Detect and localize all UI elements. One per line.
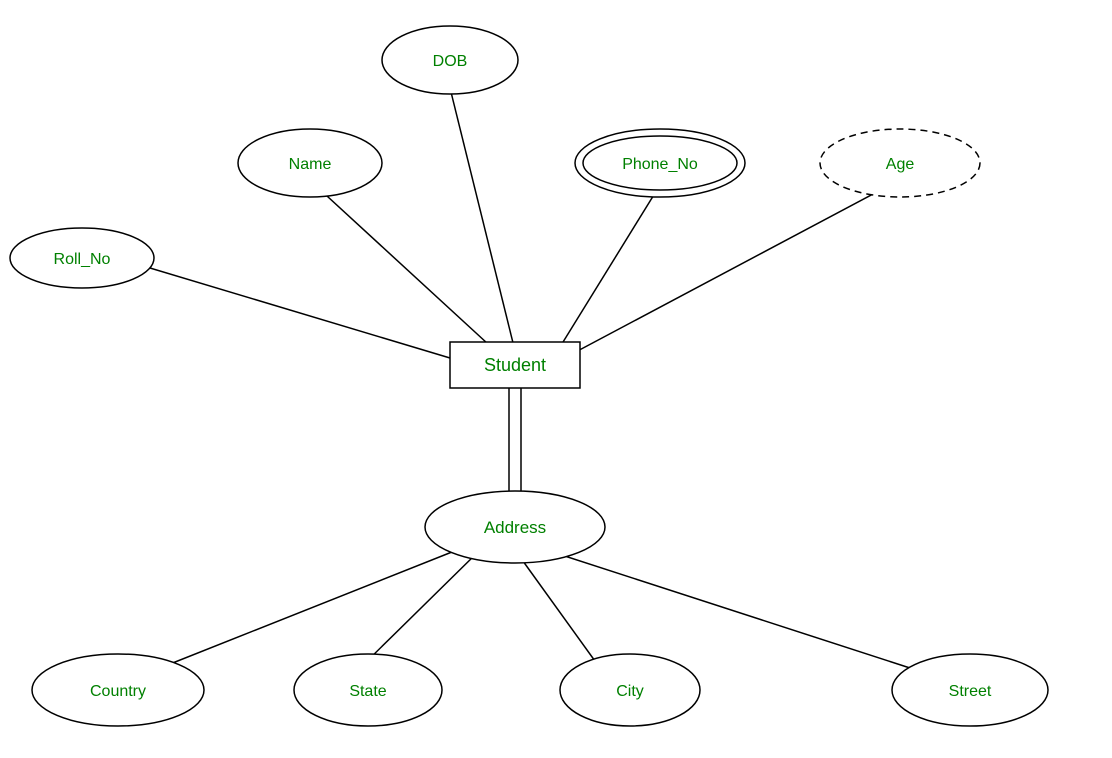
city-label: City: [616, 683, 644, 700]
state-label: State: [349, 683, 386, 700]
dob-label: DOB: [433, 53, 468, 70]
student-label: Student: [484, 355, 546, 375]
name-label: Name: [289, 156, 332, 173]
rollno-label: Roll_No: [54, 251, 111, 268]
address-label: Address: [484, 518, 546, 537]
phone-label: Phone_No: [622, 156, 698, 173]
country-label: Country: [90, 683, 146, 700]
age-label: Age: [886, 156, 915, 173]
street-label: Street: [949, 683, 992, 700]
